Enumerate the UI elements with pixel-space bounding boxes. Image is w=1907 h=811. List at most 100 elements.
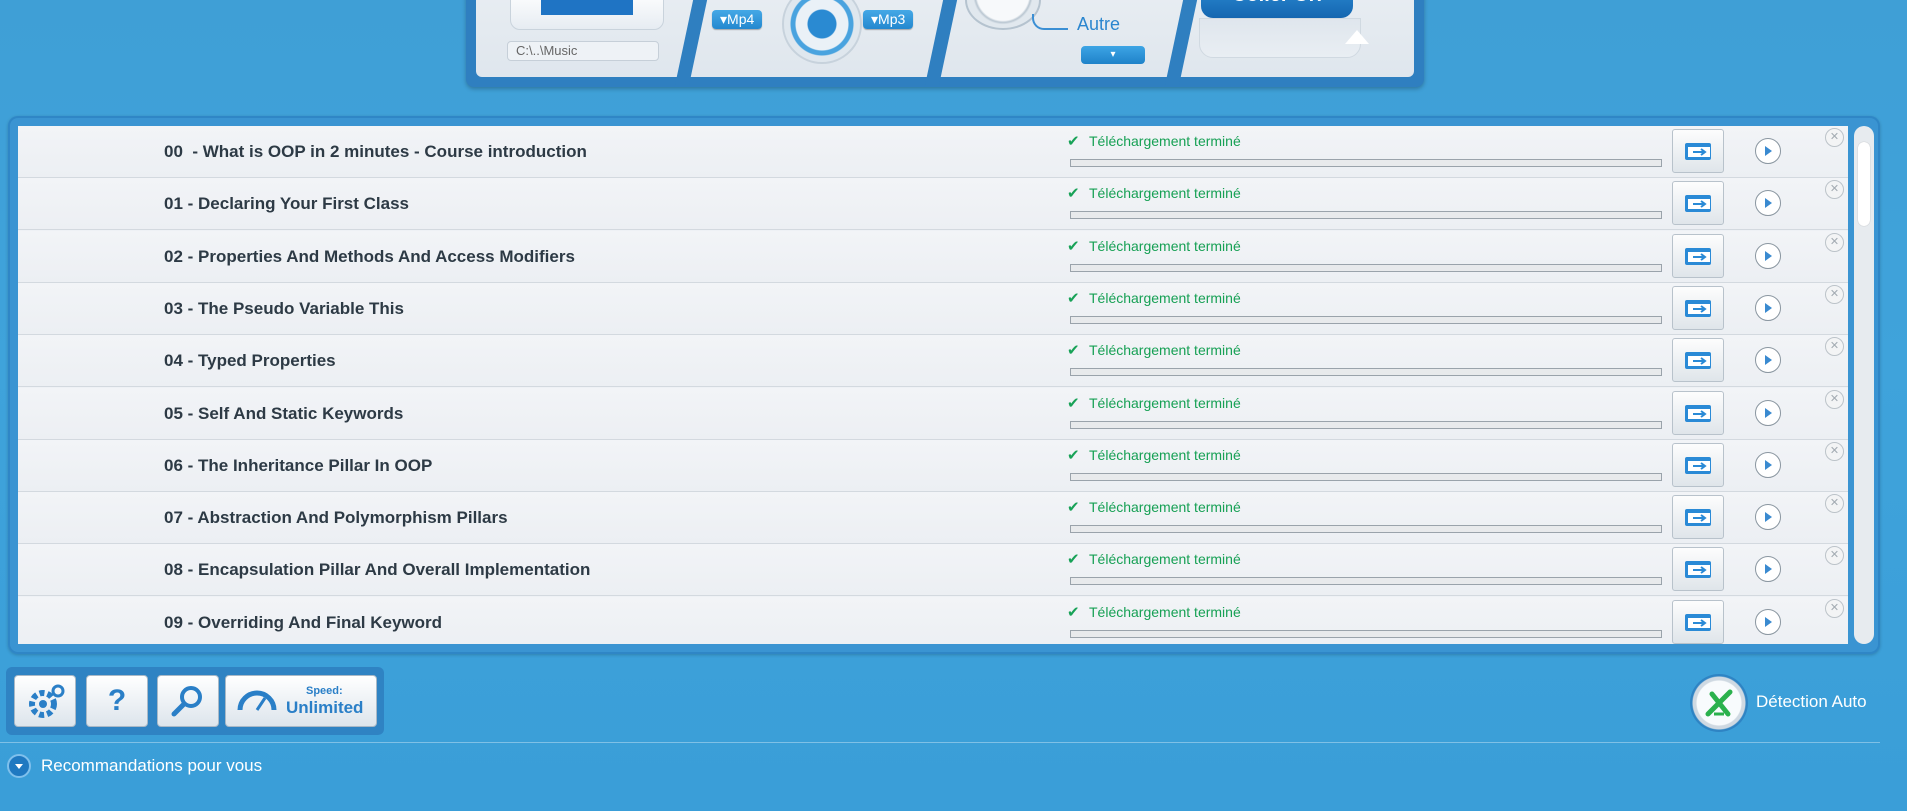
download-status-text: Téléchargement terminé bbox=[1089, 499, 1241, 516]
download-progress-fill bbox=[1071, 316, 1661, 323]
close-icon: ✕ bbox=[1829, 131, 1840, 143]
remove-button[interactable]: ✕ bbox=[1825, 494, 1844, 514]
audio-format-dropdown[interactable]: ▾Mp3 bbox=[863, 10, 914, 29]
folder-open-icon bbox=[1685, 247, 1711, 265]
download-progress-bar bbox=[1070, 211, 1662, 220]
open-folder-button[interactable] bbox=[1672, 495, 1724, 540]
checkmark-icon: ✔ bbox=[1067, 603, 1080, 621]
download-title: 01 - Declaring Your First Class bbox=[164, 194, 410, 214]
open-folder-button[interactable] bbox=[1672, 547, 1724, 592]
download-row[interactable]: 02 - Properties And Methods And Access M… bbox=[18, 230, 1848, 283]
download-progress-bar bbox=[1070, 159, 1662, 167]
close-icon: ✕ bbox=[1829, 549, 1840, 562]
checkmark-icon: ✔ bbox=[1067, 185, 1080, 203]
download-status: ✔ Téléchargement terminé bbox=[1067, 603, 1241, 621]
download-row[interactable]: 01 - Declaring Your First Class ✔ Téléchar… bbox=[18, 178, 1848, 231]
auto-detect-label: Détection Auto bbox=[1756, 692, 1867, 711]
play-button[interactable] bbox=[1755, 556, 1781, 583]
download-title: 04 - Typed Properties bbox=[164, 351, 336, 371]
close-icon: ✕ bbox=[1829, 601, 1840, 614]
download-status-text: Téléchargement terminé bbox=[1089, 342, 1241, 359]
remove-button[interactable]: ✕ bbox=[1825, 232, 1844, 252]
download-progress-bar bbox=[1070, 263, 1662, 272]
download-title: 05 - Self And Static Keywords bbox=[164, 403, 404, 423]
video-format-label: Mp4 bbox=[727, 11, 755, 27]
download-row[interactable]: 09 - Overriding And Final Keyword ✔ Téléch… bbox=[18, 596, 1848, 644]
remove-button[interactable]: ✕ bbox=[1825, 546, 1844, 566]
open-folder-button[interactable] bbox=[1672, 285, 1724, 330]
download-status: ✔ Téléchargement terminé bbox=[1067, 550, 1241, 568]
bottom-toolbar: ? Speed: Unlimited bbox=[6, 667, 384, 735]
download-status-text: Téléchargement terminé bbox=[1089, 185, 1241, 202]
remove-button[interactable]: ✕ bbox=[1825, 598, 1844, 618]
close-icon: ✕ bbox=[1829, 183, 1840, 196]
download-status-text: Téléchargement terminé bbox=[1089, 603, 1241, 620]
play-button[interactable] bbox=[1755, 242, 1781, 269]
download-status: ✔ Téléchargement terminé bbox=[1067, 446, 1241, 464]
download-row[interactable]: 03 - The Pseudo Variable This ✔ Télécharge… bbox=[18, 282, 1848, 335]
close-icon: ✕ bbox=[1829, 497, 1840, 510]
knob-connector bbox=[1032, 14, 1068, 30]
divider bbox=[0, 742, 1880, 743]
open-folder-button[interactable] bbox=[1672, 442, 1724, 487]
remove-button[interactable]: ✕ bbox=[1825, 284, 1844, 304]
output-folder-button[interactable] bbox=[510, 0, 664, 30]
open-folder-button[interactable] bbox=[1672, 599, 1724, 644]
settings-button[interactable] bbox=[14, 675, 76, 727]
video-format-dropdown[interactable]: ▾Mp4 bbox=[712, 10, 763, 29]
open-folder-button[interactable] bbox=[1672, 390, 1724, 435]
play-button[interactable] bbox=[1755, 504, 1781, 531]
download-row[interactable]: 08 - Encapsulation Pillar And Overall Im… bbox=[18, 544, 1848, 597]
arrow-up-icon bbox=[1345, 30, 1369, 44]
play-button[interactable] bbox=[1755, 294, 1781, 321]
download-status-text: Téléchargement terminé bbox=[1089, 551, 1241, 568]
close-icon: ✕ bbox=[1829, 235, 1840, 248]
open-folder-button[interactable] bbox=[1672, 338, 1724, 383]
download-row[interactable]: 06 - The Inheritance Pillar In OOP ✔ Téléc… bbox=[18, 439, 1848, 492]
download-progress-bar bbox=[1070, 472, 1662, 481]
speed-limit-button[interactable]: Speed: Unlimited bbox=[225, 675, 377, 727]
other-format-dropdown[interactable]: ▾ bbox=[1081, 46, 1145, 64]
recommendations-label[interactable]: Recommandations pour vous bbox=[41, 756, 262, 776]
remove-button[interactable]: ✕ bbox=[1825, 128, 1844, 147]
search-button[interactable] bbox=[157, 675, 219, 727]
open-folder-button[interactable] bbox=[1672, 181, 1724, 226]
recommendations-toggle[interactable] bbox=[7, 754, 31, 778]
vertical-scrollbar[interactable] bbox=[1854, 126, 1874, 644]
checkmark-icon: ✔ bbox=[1067, 342, 1080, 360]
download-progress-bar bbox=[1070, 577, 1662, 586]
auto-detect-button[interactable] bbox=[1690, 674, 1748, 732]
download-progress-fill bbox=[1071, 369, 1661, 376]
play-button[interactable] bbox=[1755, 138, 1781, 164]
download-status: ✔ Téléchargement terminé bbox=[1067, 394, 1241, 412]
download-row[interactable]: 00 - What is OOP in 2 minutes - Course i… bbox=[18, 126, 1848, 178]
play-button[interactable] bbox=[1755, 608, 1781, 635]
speed-label: Speed: bbox=[306, 685, 343, 697]
play-button[interactable] bbox=[1755, 347, 1781, 374]
play-icon bbox=[1765, 355, 1772, 366]
open-folder-button[interactable] bbox=[1672, 129, 1724, 173]
paste-url-button[interactable]: Coller Url bbox=[1201, 0, 1353, 18]
play-button[interactable] bbox=[1755, 190, 1781, 217]
download-progress-bar bbox=[1070, 420, 1662, 429]
download-title: 08 - Encapsulation Pillar And Overall Im… bbox=[164, 560, 591, 580]
other-format-label: Autre bbox=[1077, 14, 1121, 34]
download-row[interactable]: 07 - Abstraction And Polymorphism Pillar… bbox=[18, 492, 1848, 545]
remove-button[interactable]: ✕ bbox=[1825, 389, 1844, 409]
remove-button[interactable]: ✕ bbox=[1825, 337, 1844, 357]
remove-button[interactable]: ✕ bbox=[1825, 180, 1844, 200]
open-folder-button[interactable] bbox=[1672, 233, 1724, 278]
download-title: 07 - Abstraction And Polymorphism Pillar… bbox=[164, 508, 508, 528]
close-icon: ✕ bbox=[1829, 392, 1840, 405]
play-button[interactable] bbox=[1755, 451, 1781, 478]
output-path-field[interactable]: C:\..\Music bbox=[507, 41, 659, 61]
remove-button[interactable]: ✕ bbox=[1825, 441, 1844, 461]
scrollbar-thumb[interactable] bbox=[1858, 142, 1870, 226]
folder-open-icon bbox=[1685, 456, 1711, 474]
download-row[interactable]: 04 - Typed Properties ✔ Téléchargement ter… bbox=[18, 335, 1848, 388]
help-button[interactable]: ? bbox=[86, 675, 148, 727]
folder-open-icon bbox=[1685, 352, 1711, 370]
checkmark-icon: ✔ bbox=[1067, 394, 1080, 412]
download-row[interactable]: 05 - Self And Static Keywords ✔ Télécharge… bbox=[18, 387, 1848, 440]
play-button[interactable] bbox=[1755, 399, 1781, 426]
